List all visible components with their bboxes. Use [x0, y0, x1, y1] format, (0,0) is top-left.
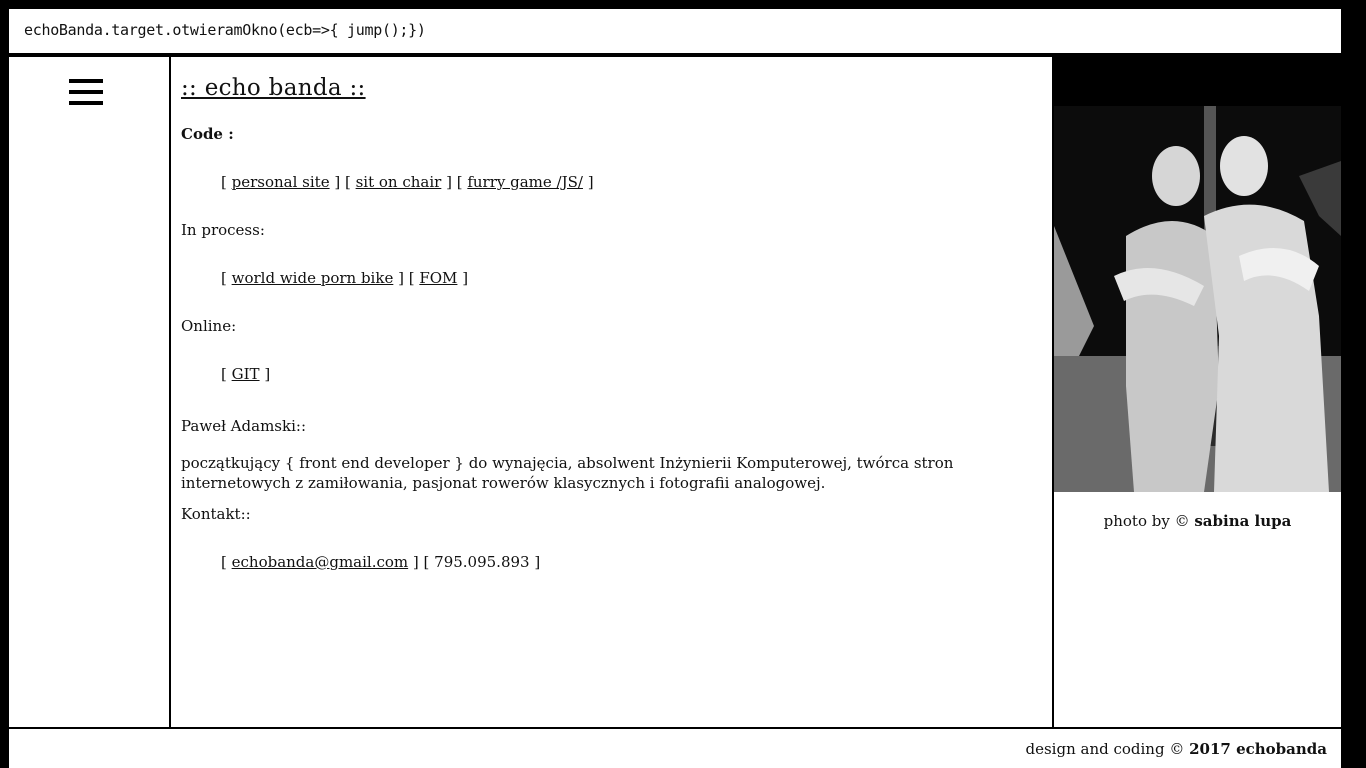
bio-text: początkujący { front end developer } do … [181, 454, 954, 492]
scrollbar[interactable] [1351, 0, 1366, 768]
photo-caption: photo by © sabina lupa [1054, 512, 1341, 530]
sidebar [9, 57, 169, 727]
portrait-photo [1054, 106, 1341, 492]
process-links: [ world wide porn bike ] [ FOM ] [221, 269, 469, 287]
photo-top-band [1054, 57, 1341, 106]
contact-info: [ echobanda@gmail.com ] [ 795.095.893 ] [221, 553, 541, 571]
online-links: [ GIT ] [221, 365, 271, 383]
link-personal-site[interactable]: personal site [232, 173, 330, 191]
link-furry-game[interactable]: furry game /JS/ [467, 173, 583, 191]
phone-number: 795.095.893 [434, 553, 530, 571]
footer-text: design and coding © 2017 echobanda [1026, 740, 1328, 758]
page-footer: design and coding © 2017 echobanda [9, 729, 1341, 768]
photo-illustration [1054, 106, 1341, 492]
process-label: In process: [181, 221, 265, 239]
code-links: [ personal site ] [ sit on chair ] [ fur… [221, 173, 594, 191]
online-label: Online: [181, 317, 237, 335]
person-name: Paweł Adamski:: [181, 417, 307, 435]
hamburger-icon[interactable] [69, 79, 103, 105]
link-git[interactable]: GIT [232, 365, 260, 383]
page-title[interactable]: :: echo banda :: [181, 75, 366, 101]
link-email[interactable]: echobanda@gmail.com [232, 553, 409, 571]
link-sit-on-chair[interactable]: sit on chair [356, 173, 442, 191]
footer-brand: 2017 echobanda [1189, 740, 1327, 758]
link-fom[interactable]: FOM [419, 269, 457, 287]
footer-prefix: design and coding © [1025, 740, 1190, 758]
contact-label: Kontakt:: [181, 505, 251, 523]
caption-author: sabina lupa [1194, 512, 1292, 530]
photo-panel: photo by © sabina lupa [1054, 57, 1341, 727]
code-label: Code : [181, 125, 234, 143]
link-world-wide-porn-bike[interactable]: world wide porn bike [232, 269, 394, 287]
caption-prefix: photo by © [1103, 512, 1195, 530]
header-title: echoBanda.target.otwieramOkno(ecb=>{ jum… [24, 21, 426, 39]
main-content: :: echo banda :: Code : [ personal site … [171, 57, 1052, 727]
page-header: echoBanda.target.otwieramOkno(ecb=>{ jum… [9, 9, 1341, 55]
